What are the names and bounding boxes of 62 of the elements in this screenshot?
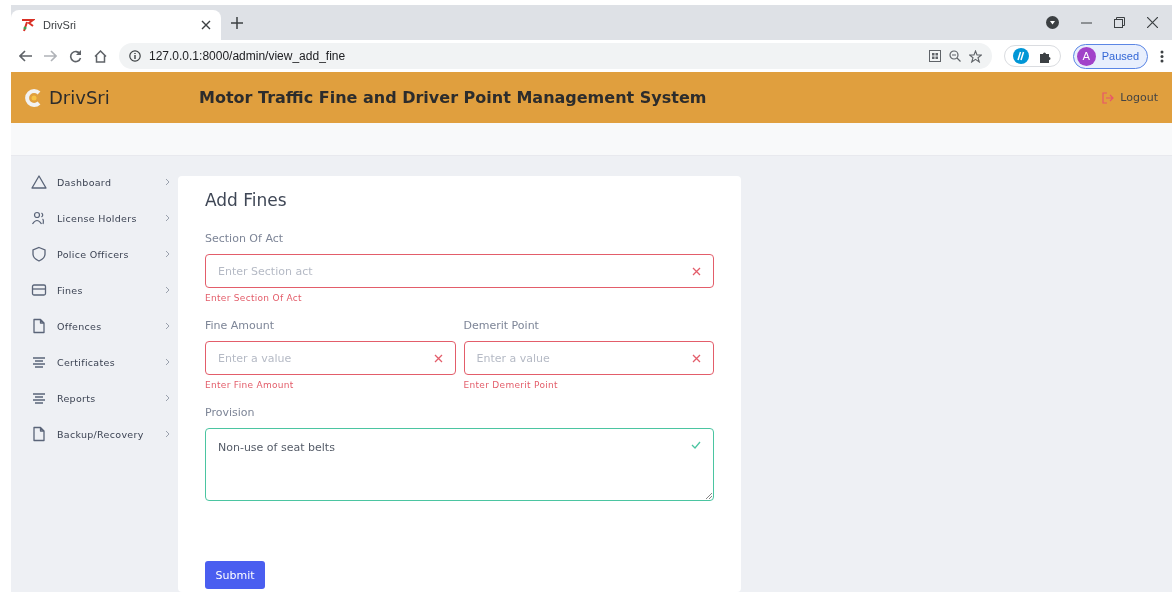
chevron-right-icon (165, 358, 170, 366)
chevron-right-icon (165, 214, 170, 222)
chevron-right-icon (165, 286, 170, 294)
triangle-icon (31, 174, 47, 190)
field-label: Provision (205, 406, 256, 419)
restore-icon[interactable] (1114, 17, 1125, 28)
favicon-icon (21, 18, 35, 32)
reload-icon[interactable] (69, 49, 82, 63)
back-icon[interactable] (19, 50, 32, 62)
menu-icon[interactable] (1160, 49, 1164, 63)
resize-grip-icon[interactable] (705, 492, 712, 499)
url-text: 127.0.0.1:8000/admin/view_add_fine (149, 49, 347, 63)
home-icon[interactable] (94, 49, 107, 63)
logo-icon (25, 87, 41, 108)
qr-code-icon[interactable] (928, 50, 941, 62)
zoom-out-icon[interactable] (948, 50, 961, 62)
sidebar-item[interactable]: Fines (11, 282, 178, 298)
sidebar-item[interactable]: License Holders (11, 210, 178, 226)
dropdown-icon[interactable] (1046, 16, 1059, 29)
form-title: Add Fines (205, 190, 288, 210)
error-message: Enter Fine Amount (205, 380, 295, 390)
address-bar[interactable]: 127.0.0.1:8000/admin/view_add_fine (119, 43, 992, 69)
sidebar-item[interactable]: Dashboard (11, 174, 178, 190)
sidebar-item[interactable]: Police Officers (11, 246, 178, 262)
extension-logo-icon[interactable] (1012, 48, 1029, 64)
app-title: Motor Traffic Fine and Driver Point Management System (199, 88, 708, 107)
field-label: Fine Amount (205, 319, 276, 332)
sidebar-item[interactable]: Offences (11, 318, 178, 334)
chevron-right-icon (165, 322, 170, 330)
logout-icon (1102, 91, 1115, 104)
brand-name: DrivSri (49, 87, 111, 108)
tab-title: DrivSri (43, 19, 77, 31)
file-icon (31, 318, 47, 334)
avatar: A (1076, 46, 1096, 66)
field-label: Demerit Point (463, 319, 540, 332)
card-icon (31, 282, 47, 298)
error-message: Enter Demerit Point (463, 380, 559, 390)
field-label: Section Of Act (205, 232, 285, 245)
star-icon[interactable] (968, 49, 982, 63)
users-icon (31, 210, 47, 226)
info-icon (129, 50, 141, 62)
lines-icon (31, 390, 47, 406)
chevron-right-icon (165, 250, 170, 258)
error-message: Enter Section Of Act (205, 293, 303, 303)
chevron-right-icon (165, 394, 170, 402)
chevron-right-icon (165, 430, 170, 438)
browser-tab[interactable]: DrivSri (11, 10, 221, 40)
submit-button[interactable]: Submit (205, 561, 265, 589)
profile-status: Paused (1101, 50, 1139, 62)
sidebar-item[interactable]: Reports (11, 390, 178, 406)
lines-icon (31, 354, 47, 370)
logout-button[interactable]: Logout (1102, 91, 1158, 104)
text-area[interactable]: Non-use of seat belts (205, 428, 714, 501)
new-tab-icon[interactable] (231, 16, 243, 29)
sidebar-item[interactable]: Backup/Recovery (11, 426, 178, 442)
sidebar-item[interactable]: Certificates (11, 354, 178, 370)
profile-button[interactable]: A Paused (1072, 43, 1148, 69)
shield-icon (31, 246, 47, 262)
close-icon[interactable] (201, 20, 211, 30)
file-icon (31, 426, 47, 442)
chevron-right-icon (165, 178, 170, 186)
close-icon[interactable] (1147, 17, 1158, 28)
